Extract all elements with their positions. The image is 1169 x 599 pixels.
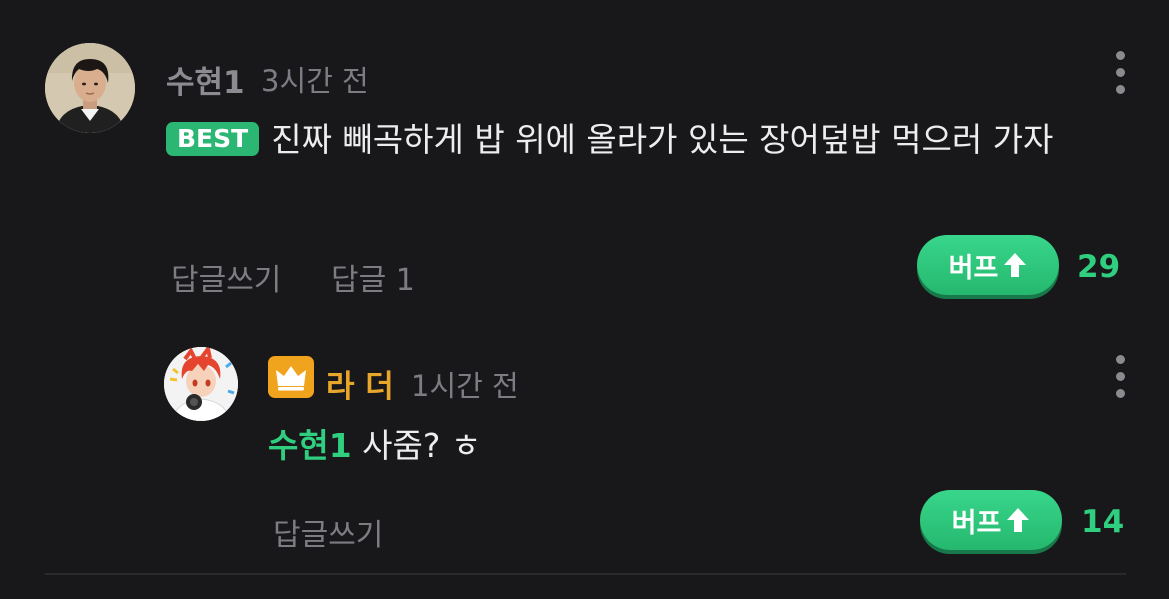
mention-link[interactable]: 수현1 <box>268 426 352 465</box>
reply-body: 수현1 사줌? ㅎ <box>268 423 481 469</box>
reply-button[interactable]: 답글쓰기 <box>171 255 281 299</box>
buff-count: 29 <box>1077 249 1121 285</box>
buff-label: 버프 <box>948 252 999 284</box>
profile-photo <box>45 43 135 133</box>
reply-avatar[interactable] <box>164 347 238 421</box>
commenter-avatar[interactable] <box>45 43 135 133</box>
best-badge: BEST <box>166 122 260 156</box>
view-replies-button[interactable]: 답글 1 <box>331 255 415 299</box>
comment-text: 진짜 빼곡하게 밥 위에 올라가 있는 장어덮밥 먹으러 가자 <box>271 120 1054 159</box>
more-vertical-icon[interactable] <box>1112 51 1128 95</box>
reply-text: 사줌? ㅎ <box>351 426 482 465</box>
more-vertical-icon[interactable] <box>1112 355 1128 399</box>
buff-button[interactable]: 버프 <box>920 490 1062 550</box>
crown-icon <box>268 356 314 398</box>
comment-thread: 수현1 3시간 전 BEST 진짜 빼곡하게 밥 위에 올라가 있는 장어덮밥 먹… <box>0 0 1169 599</box>
divider <box>45 573 1126 575</box>
character-avatar <box>164 347 238 421</box>
arrow-up-icon <box>1004 253 1027 277</box>
buff-button[interactable]: 버프 <box>917 235 1059 295</box>
buff-count: 14 <box>1081 504 1125 540</box>
comment-timestamp: 3시간 전 <box>261 64 369 98</box>
reply-button[interactable]: 답글쓰기 <box>273 510 383 554</box>
reply-timestamp: 1시간 전 <box>411 369 519 403</box>
reply-author[interactable]: 라 더 <box>326 361 394 406</box>
arrow-up-icon <box>1007 508 1030 532</box>
comment-author[interactable]: 수현1 <box>166 57 245 102</box>
comment-body: BEST 진짜 빼곡하게 밥 위에 올라가 있는 장어덮밥 먹으러 가자 <box>166 117 1096 163</box>
buff-label: 버프 <box>951 507 1002 539</box>
